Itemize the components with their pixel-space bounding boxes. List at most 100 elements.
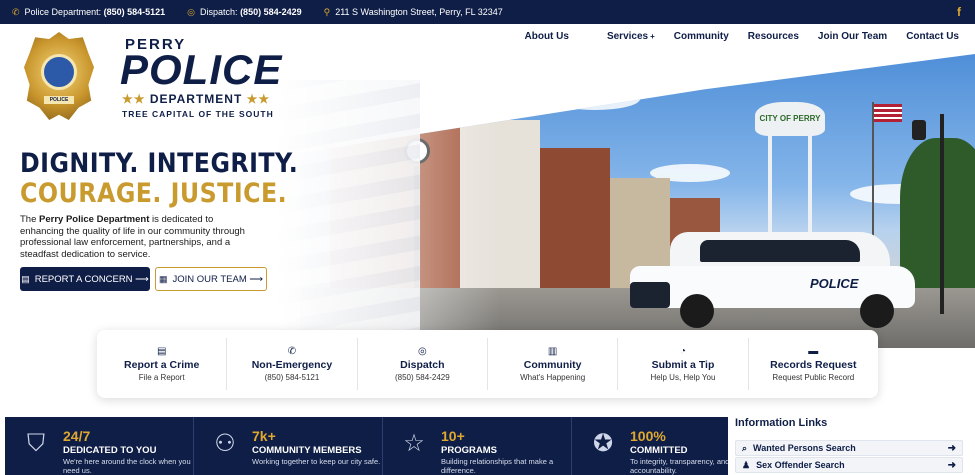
quick-link-sub: (850) 584-5121 bbox=[264, 373, 320, 382]
join-team-button[interactable]: ▦ JOIN OUR TEAM ⟶ bbox=[155, 267, 267, 291]
stat-desc: Building relationships that make a diffe… bbox=[441, 457, 554, 475]
nav-services-label: Services bbox=[606, 31, 649, 42]
water-tower: CITY OF PERRY bbox=[755, 102, 825, 136]
stat-desc: We're here around the clock when you nee… bbox=[63, 457, 191, 475]
quick-link-non-emergency[interactable]: ✆ Non-Emergency (850) 584-5121 bbox=[227, 338, 358, 390]
quick-link-title: Submit a Tip bbox=[651, 359, 715, 371]
dispatch-phone-item[interactable]: ◎ Dispatch: (850) 584-2429 bbox=[187, 7, 301, 18]
info-link-sex-offender[interactable]: ♟ Sex Offender Search ➜ bbox=[735, 457, 963, 473]
quick-link-title: Report a Crime bbox=[124, 359, 200, 371]
star-icon: ★★ bbox=[122, 92, 146, 106]
nav-about[interactable]: About Us bbox=[525, 31, 569, 42]
phone-icon: ✆ bbox=[12, 6, 20, 17]
quick-link-community[interactable]: ▥ Community What's Happening bbox=[488, 338, 619, 390]
report-concern-label: REPORT A CONCERN ⟶ bbox=[34, 273, 149, 285]
logo-department: ★★ DEPARTMENT ★★ bbox=[122, 92, 270, 106]
quick-link-sub: Request Public Record bbox=[772, 373, 855, 382]
facebook-icon[interactable]: f bbox=[957, 5, 961, 19]
nav-resources[interactable]: Resources bbox=[748, 31, 799, 42]
police-badge-icon: POLICE bbox=[24, 32, 94, 120]
main-nav: About Us Services + Community Resources J… bbox=[506, 31, 960, 42]
police-phone-number[interactable]: (850) 584-5121 bbox=[104, 7, 166, 17]
phone-icon: ✆ bbox=[287, 346, 297, 357]
quick-links-card: ▤ Report a Crime File a Report ✆ Non-Eme… bbox=[97, 330, 878, 398]
quick-link-records-request[interactable]: ▬ Records Request Request Public Record bbox=[749, 338, 878, 390]
stat-value: 100% bbox=[630, 428, 666, 444]
stat-item: ⛉ 24/7 DEDICATED TO YOU We're here aroun… bbox=[5, 417, 194, 475]
badge-ribbon: POLICE bbox=[44, 96, 74, 104]
nav-services[interactable]: Services + bbox=[588, 31, 655, 42]
quick-link-sub: (850) 584-2429 bbox=[394, 373, 450, 382]
info-links-title: Information Links bbox=[735, 417, 828, 429]
dispatch-phone-number[interactable]: (850) 584-2429 bbox=[240, 7, 302, 17]
plus-icon: + bbox=[650, 32, 655, 41]
stat-label: DEDICATED TO YOU bbox=[63, 445, 157, 456]
info-link-label: Sex Offender Search bbox=[756, 460, 845, 470]
info-link-label: Wanted Persons Search bbox=[753, 443, 856, 453]
newspaper-icon: ▥ bbox=[547, 346, 558, 357]
people-icon: ⚇ bbox=[214, 430, 236, 457]
headset-icon: ◎ bbox=[417, 346, 427, 357]
quick-link-title: Non-Emergency bbox=[251, 359, 333, 371]
lamp-post bbox=[940, 114, 944, 314]
document-icon: ▤ bbox=[156, 346, 167, 357]
hero-description: The Perry Police Department is dedicated… bbox=[20, 214, 248, 260]
top-contact-bar: ✆ Police Department: (850) 584-5121 ◎ Di… bbox=[0, 0, 975, 24]
logo-police: POLICE bbox=[120, 46, 283, 93]
stat-item: ⚇ 7k+ COMMUNITY MEMBERS Working together… bbox=[194, 417, 383, 475]
headset-icon: ◎ bbox=[187, 6, 196, 17]
arrow-right-icon: ➜ bbox=[947, 442, 956, 454]
address-text: 211 S Washington Street, Perry, FL 32347 bbox=[335, 7, 503, 17]
quick-link-title: Dispatch bbox=[400, 359, 445, 371]
tower-leg bbox=[768, 136, 772, 246]
nav-join[interactable]: Join Our Team bbox=[818, 31, 887, 42]
stat-item: ☆ 10+ PROGRAMS Building relationships th… bbox=[383, 417, 572, 475]
quick-link-sub: Help Us, Help You bbox=[650, 373, 716, 382]
address-item[interactable]: ⚲ 211 S Washington Street, Perry, FL 323… bbox=[324, 7, 503, 18]
tower-leg bbox=[808, 136, 812, 246]
desc-pre: The bbox=[20, 214, 40, 225]
stat-label: COMMUNITY MEMBERS bbox=[252, 445, 362, 456]
report-concern-button[interactable]: ▤ REPORT A CONCERN ⟶ bbox=[20, 267, 150, 291]
logo-department-text: DEPARTMENT bbox=[149, 92, 243, 106]
shield-star-icon: ⛉ bbox=[27, 430, 45, 457]
badge-seal bbox=[41, 54, 77, 90]
stat-desc: Working together to keep our city safe. bbox=[252, 457, 381, 466]
person-icon: ♟ bbox=[742, 459, 751, 470]
stat-desc: To integrity, transparency, and accounta… bbox=[630, 457, 728, 475]
information-links: Information Links ⌕ Wanted Persons Searc… bbox=[735, 417, 965, 475]
stat-value: 7k+ bbox=[252, 428, 276, 444]
stat-label: PROGRAMS bbox=[441, 445, 497, 456]
police-car: POLICE bbox=[630, 232, 915, 328]
arrow-right-icon: ➜ bbox=[947, 459, 956, 471]
quick-link-title: Records Request bbox=[770, 359, 857, 371]
stats-band: ⛉ 24/7 DEDICATED TO YOU We're here aroun… bbox=[5, 417, 728, 475]
star-icon: ☆ bbox=[403, 430, 425, 457]
map-pin-icon: ⚲ bbox=[323, 6, 331, 17]
site-logo[interactable]: POLICE PERRY POLICE ★★ DEPARTMENT ★★ TRE… bbox=[24, 32, 281, 122]
info-link-wanted[interactable]: ⌕ Wanted Persons Search ➜ bbox=[735, 440, 963, 456]
star-icon: ★★ bbox=[246, 92, 271, 106]
search-icon: ⌕ bbox=[742, 442, 748, 453]
document-icon: ▤ bbox=[21, 273, 30, 284]
quick-link-submit-tip[interactable]: ◔ Submit a Tip Help Us, Help You bbox=[618, 338, 749, 390]
dispatch-phone-label: Dispatch: bbox=[200, 7, 238, 17]
quick-link-dispatch[interactable]: ◎ Dispatch (850) 584-2429 bbox=[358, 338, 488, 390]
nav-community[interactable]: Community bbox=[674, 31, 729, 42]
check-badge-icon: ✪ bbox=[592, 430, 614, 457]
stat-value: 10+ bbox=[441, 428, 465, 444]
lamp bbox=[912, 120, 926, 140]
stat-label: COMMITTED bbox=[630, 445, 688, 456]
quick-link-sub: File a Report bbox=[138, 373, 185, 382]
police-phone-item[interactable]: ✆ Police Department: (850) 584-5121 bbox=[12, 7, 165, 18]
cloud bbox=[550, 88, 640, 110]
nav-contact[interactable]: Contact Us bbox=[906, 31, 959, 42]
desc-bold: Perry Police Department bbox=[39, 214, 150, 225]
logo-tagline: TREE CAPITAL OF THE SOUTH bbox=[122, 109, 274, 119]
quick-link-report-crime[interactable]: ▤ Report a Crime File a Report bbox=[97, 338, 228, 390]
quick-link-sub: What's Happening bbox=[520, 373, 586, 382]
brick-building bbox=[540, 148, 610, 288]
hero-headline-2: COURAGE. JUSTICE. bbox=[20, 178, 288, 209]
join-team-label: JOIN OUR TEAM ⟶ bbox=[172, 273, 264, 285]
police-phone-label: Police Department: bbox=[24, 7, 102, 17]
